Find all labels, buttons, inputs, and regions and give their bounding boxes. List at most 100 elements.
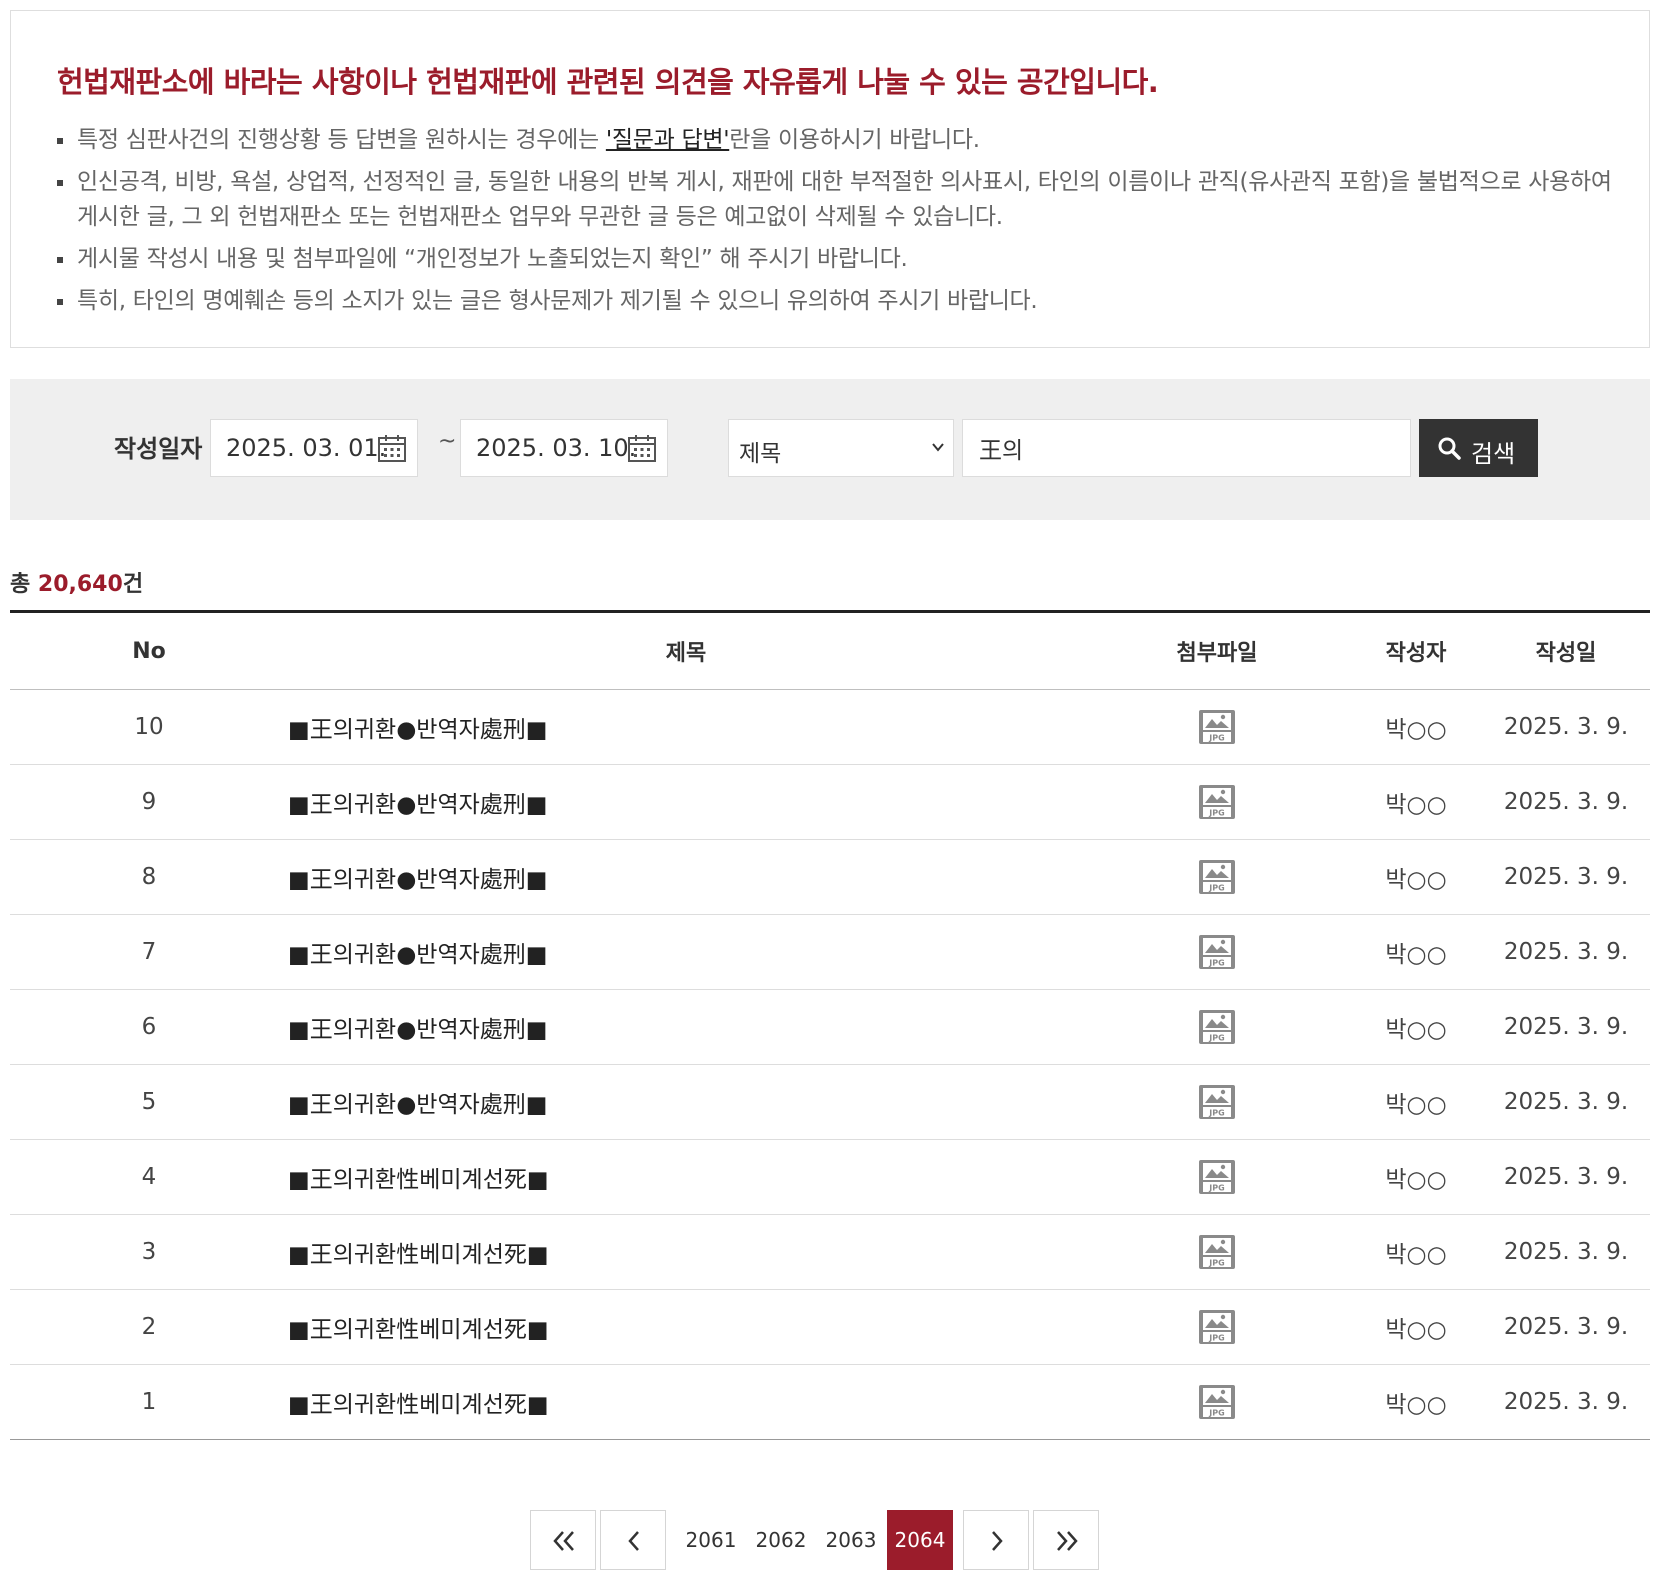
row-title-cell: ■王의귀환●반역자處刑■ — [288, 839, 1084, 915]
row-author: 박○○ — [1350, 914, 1482, 990]
jpg-file-icon[interactable]: JPG — [1198, 1159, 1236, 1195]
row-no: 8 — [10, 839, 288, 915]
row-author: 박○○ — [1350, 1214, 1482, 1290]
row-date: 2025. 3. 9. — [1482, 1064, 1650, 1140]
row-title-cell: ■王의귀환●반역자處刑■ — [288, 914, 1084, 990]
row-date: 2025. 3. 9. — [1482, 989, 1650, 1065]
svg-text:JPG: JPG — [1208, 1259, 1224, 1268]
row-author: 박○○ — [1350, 764, 1482, 840]
svg-text:JPG: JPG — [1208, 1409, 1224, 1418]
date-from-field[interactable]: 2025. 03. 01. — [210, 419, 418, 477]
table-row[interactable]: 5 ■王의귀환●반역자處刑■ JPG 박○○ 2025. 3. 9. — [10, 1064, 1650, 1140]
row-title-cell: ■王의귀환●반역자處刑■ — [288, 1064, 1084, 1140]
jpg-file-icon[interactable]: JPG — [1198, 934, 1236, 970]
row-date: 2025. 3. 9. — [1482, 914, 1650, 990]
row-no: 1 — [10, 1364, 288, 1440]
search-field-select[interactable]: 제목 — [728, 419, 954, 477]
search-panel: 작성일자 2025. 03. 01. ~ 2025. 03. 10. 제목 王의… — [10, 379, 1650, 520]
search-input[interactable] — [962, 419, 1411, 477]
table-row[interactable]: 7 ■王의귀환●반역자處刑■ JPG 박○○ 2025. 3. 9. — [10, 914, 1650, 990]
row-date: 2025. 3. 9. — [1482, 1139, 1650, 1215]
last-page-button[interactable] — [1033, 1510, 1099, 1570]
notice-item-1-suffix: 란을 이용하시기 바랍니다. — [729, 127, 980, 153]
date-to-value: 2025. 03. 10. — [476, 434, 637, 462]
jpg-file-icon[interactable]: JPG — [1198, 709, 1236, 745]
row-date: 2025. 3. 9. — [1482, 1289, 1650, 1365]
jpg-file-icon[interactable]: JPG — [1198, 1384, 1236, 1420]
row-title-cell: ■王의귀환性베미계선死■ — [288, 1214, 1084, 1290]
table-row[interactable]: 9 ■王의귀환●반역자處刑■ JPG 박○○ 2025. 3. 9. — [10, 764, 1650, 840]
jpg-file-icon[interactable]: JPG — [1198, 784, 1236, 820]
row-author: 박○○ — [1350, 839, 1482, 915]
row-title-link[interactable]: ■王의귀환性베미계선死■ — [288, 1317, 549, 1343]
table-row[interactable]: 1 ■王의귀환性베미계선死■ JPG 박○○ 2025. 3. 9. — [10, 1364, 1650, 1440]
notice-title: 헌법재판소에 바라는 사항이나 헌법재판에 관련된 의견을 자유롭게 나눌 수 … — [57, 65, 1159, 99]
table-row[interactable]: 2 ■王의귀환性베미계선死■ JPG 박○○ 2025. 3. 9. — [10, 1289, 1650, 1365]
table-row[interactable]: 8 ■王의귀환●반역자處刑■ JPG 박○○ 2025. 3. 9. — [10, 839, 1650, 915]
jpg-file-icon[interactable]: JPG — [1198, 1234, 1236, 1270]
row-no: 6 — [10, 989, 288, 1065]
table-row[interactable]: 6 ■王의귀환●반역자處刑■ JPG 박○○ 2025. 3. 9. — [10, 989, 1650, 1065]
header-title: 제목 — [288, 610, 1084, 690]
row-no: 2 — [10, 1289, 288, 1365]
search-button[interactable]: 검색 — [1419, 419, 1538, 477]
row-title-link[interactable]: ■王의귀환●반역자處刑■ — [288, 1017, 548, 1043]
page-number[interactable]: 2063 — [818, 1510, 884, 1570]
row-no: 9 — [10, 764, 288, 840]
row-author: 박○○ — [1350, 1139, 1482, 1215]
total-count-value: 20,640 — [37, 572, 123, 597]
row-title-cell: ■王의귀환性베미계선死■ — [288, 1289, 1084, 1365]
table-row[interactable]: 3 ■王의귀환性베미계선死■ JPG 박○○ 2025. 3. 9. — [10, 1214, 1650, 1290]
table-row[interactable]: 4 ■王의귀환性베미계선死■ JPG 박○○ 2025. 3. 9. — [10, 1139, 1650, 1215]
jpg-file-icon[interactable]: JPG — [1198, 1009, 1236, 1045]
page-number[interactable]: 2062 — [748, 1510, 814, 1570]
svg-text:JPG: JPG — [1208, 1034, 1224, 1043]
pagination: 2061 2062 2063 2064 — [530, 1510, 1130, 1572]
row-author: 박○○ — [1350, 1064, 1482, 1140]
notice-box: 헌법재판소에 바라는 사항이나 헌법재판에 관련된 의견을 자유롭게 나눌 수 … — [10, 10, 1650, 348]
row-title-link[interactable]: ■王의귀환●반역자處刑■ — [288, 1092, 548, 1118]
row-author: 박○○ — [1350, 1364, 1482, 1440]
row-author: 박○○ — [1350, 1289, 1482, 1365]
first-page-button[interactable] — [530, 1510, 596, 1570]
qa-link[interactable]: '질문과 답변' — [606, 127, 730, 153]
svg-text:JPG: JPG — [1208, 1334, 1224, 1343]
row-date: 2025. 3. 9. — [1482, 1364, 1650, 1440]
page-number-current[interactable]: 2064 — [887, 1510, 953, 1570]
row-no: 4 — [10, 1139, 288, 1215]
date-to-field[interactable]: 2025. 03. 10. — [460, 419, 668, 477]
row-title-link[interactable]: ■王의귀환●반역자處刑■ — [288, 942, 548, 968]
date-from-value: 2025. 03. 01. — [226, 434, 387, 462]
page-number[interactable]: 2061 — [678, 1510, 744, 1570]
prev-page-button[interactable] — [600, 1510, 666, 1570]
svg-text:JPG: JPG — [1208, 1184, 1224, 1193]
total-suffix: 건 — [122, 572, 144, 597]
jpg-file-icon[interactable]: JPG — [1198, 1309, 1236, 1345]
table-row[interactable]: 10 ■王의귀환●반역자處刑■ JPG 박○○ 2025. 3. 9. — [10, 689, 1650, 765]
chevron-right-icon — [992, 1531, 1003, 1551]
calendar-icon[interactable] — [377, 433, 407, 463]
row-title-cell: ■王의귀환●반역자處刑■ — [288, 989, 1084, 1065]
svg-text:JPG: JPG — [1208, 1109, 1224, 1118]
total-prefix: 총 — [10, 572, 38, 597]
calendar-icon[interactable] — [627, 433, 657, 463]
notice-item-3: 게시물 작성시 내용 및 첨부파일에 “개인정보가 노출되었는지 확인” 해 주… — [57, 242, 1617, 277]
jpg-file-icon[interactable]: JPG — [1198, 859, 1236, 895]
double-chevron-left-icon — [553, 1531, 574, 1551]
row-title-link[interactable]: ■王의귀환性베미계선死■ — [288, 1242, 549, 1268]
next-page-button[interactable] — [963, 1510, 1029, 1570]
date-range-separator: ~ — [438, 429, 457, 454]
row-title-link[interactable]: ■王의귀환●반역자處刑■ — [288, 717, 548, 743]
row-title-link[interactable]: ■王의귀환性베미계선死■ — [288, 1392, 549, 1418]
row-title-link[interactable]: ■王의귀환●반역자處刑■ — [288, 792, 548, 818]
row-date: 2025. 3. 9. — [1482, 764, 1650, 840]
row-title-cell: ■王의귀환●반역자處刑■ — [288, 764, 1084, 840]
row-attachment: JPG — [1084, 1364, 1350, 1440]
chevron-down-icon — [932, 443, 944, 452]
header-date: 작성일 — [1482, 610, 1650, 690]
row-title-link[interactable]: ■王의귀환●반역자處刑■ — [288, 867, 548, 893]
row-title-link[interactable]: ■王의귀환性베미계선死■ — [288, 1167, 549, 1193]
jpg-file-icon[interactable]: JPG — [1198, 1084, 1236, 1120]
row-author: 박○○ — [1350, 689, 1482, 765]
row-title-cell: ■王의귀환性베미계선死■ — [288, 1139, 1084, 1215]
